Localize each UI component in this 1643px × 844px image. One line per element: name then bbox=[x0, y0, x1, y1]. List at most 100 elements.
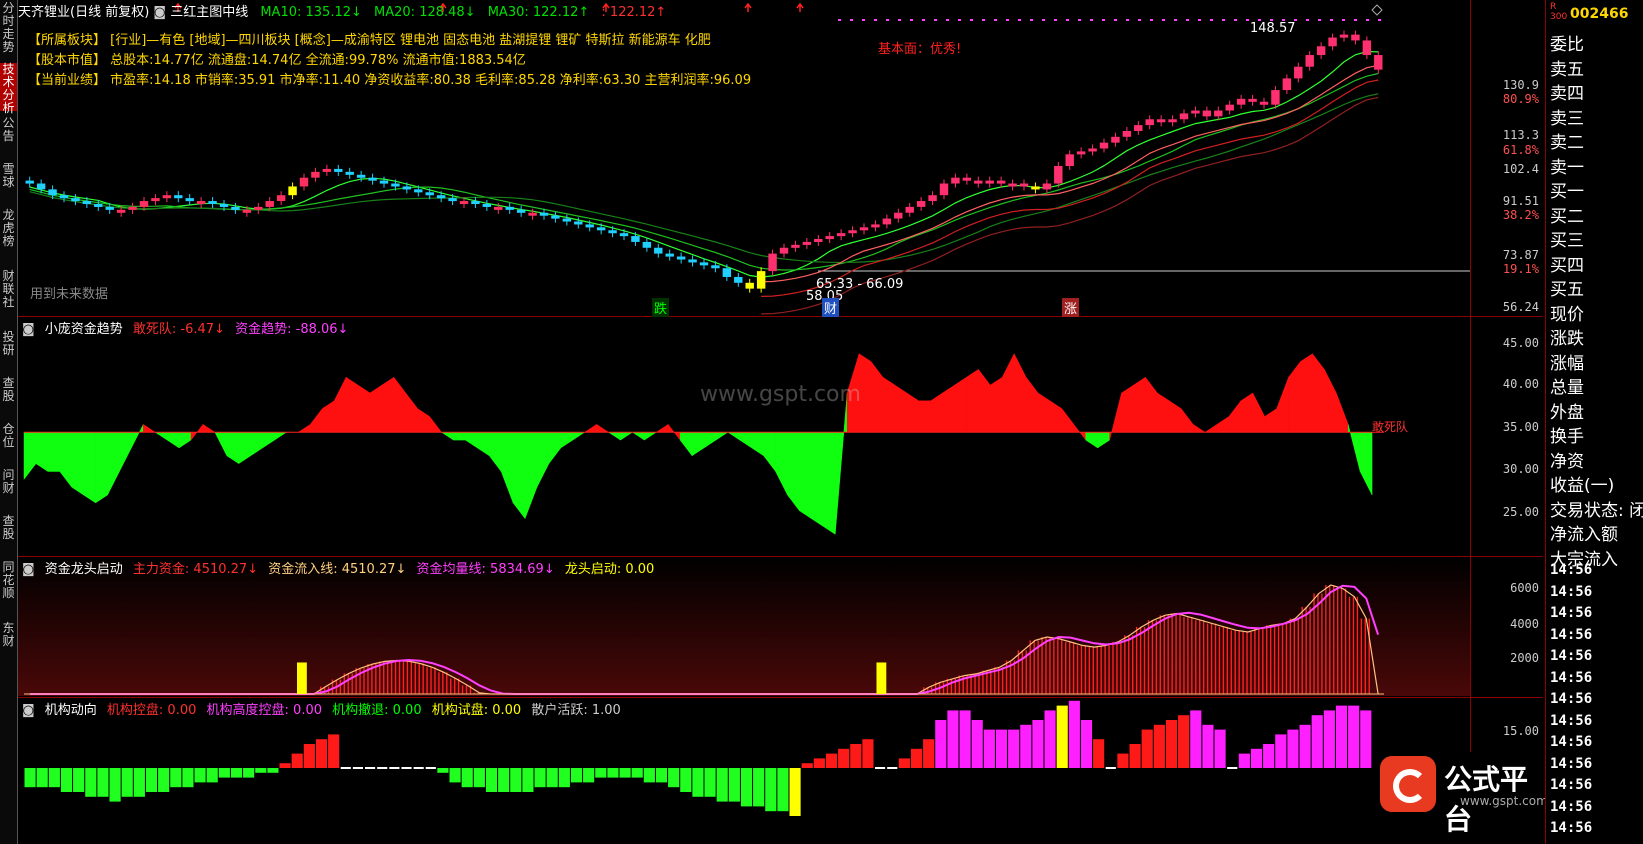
trend-area bbox=[47, 431, 61, 472]
info-capital: 【股本市值】 总股本:14.77亿 流通盘:14.74亿 全流通:99.78% … bbox=[28, 53, 526, 68]
quote-field-5[interactable]: 卖一 bbox=[1550, 153, 1584, 178]
quote-field-20[interactable]: 净流入额 bbox=[1550, 520, 1618, 545]
main-chart-header: 天齐锂业(日线 前复权) ◙ 三红主图中线 MA10: 135.12↓ MA20… bbox=[18, 1, 666, 20]
trend-area bbox=[775, 431, 788, 496]
quote-field-0[interactable]: 委比 bbox=[1550, 30, 1584, 55]
r-badge: R 300 bbox=[1550, 2, 1568, 22]
dropdown-icon[interactable]: ◙ bbox=[22, 322, 35, 337]
trade-time: 14:56 bbox=[1550, 755, 1593, 772]
quote-field-1[interactable]: 卖五 bbox=[1550, 55, 1584, 80]
candle-body bbox=[585, 224, 594, 228]
candle-body bbox=[1214, 110, 1223, 117]
trend-area bbox=[572, 431, 586, 441]
inst-bar bbox=[303, 744, 315, 768]
quote-field-6[interactable]: 买一 bbox=[1550, 177, 1584, 202]
panel4-c: 机构撤退: 0.00 bbox=[332, 703, 422, 718]
logo-icon bbox=[1380, 756, 1436, 812]
quote-field-13[interactable]: 涨幅 bbox=[1550, 349, 1584, 374]
inst-bar bbox=[279, 763, 291, 768]
quote-field-7[interactable]: 买二 bbox=[1550, 202, 1584, 227]
candle-body bbox=[334, 168, 343, 172]
candle-body bbox=[1191, 110, 1200, 114]
quote-field-17[interactable]: 净资 bbox=[1550, 447, 1584, 472]
candle-body bbox=[814, 239, 823, 242]
quote-field-12[interactable]: 涨跌 bbox=[1550, 324, 1584, 349]
trend-area bbox=[918, 400, 931, 433]
quote-field-8[interactable]: 买三 bbox=[1550, 226, 1584, 251]
left-tab-5[interactable]: 财联社 bbox=[0, 270, 17, 325]
left-tab-3[interactable]: 雪球 bbox=[0, 163, 17, 203]
indicator-name[interactable]: 三红主图中线 bbox=[170, 5, 248, 20]
panel4-a: 机构控盘: 0.00 bbox=[106, 703, 197, 718]
inst-bar bbox=[643, 768, 655, 783]
logo-g-icon bbox=[1393, 769, 1427, 803]
inst-bar bbox=[1178, 715, 1190, 768]
candle-body bbox=[688, 259, 697, 263]
quote-field-10[interactable]: 买五 bbox=[1550, 275, 1584, 300]
arrow-up-icon bbox=[744, 2, 752, 12]
trend-area bbox=[274, 431, 288, 441]
panel3-bg bbox=[18, 557, 1470, 696]
quote-field-11[interactable]: 现价 bbox=[1550, 300, 1584, 325]
stock-title[interactable]: 天齐锂业(日线 前复权) bbox=[18, 5, 149, 20]
quote-field-4[interactable]: 卖二 bbox=[1550, 128, 1584, 153]
inst-bar bbox=[291, 753, 303, 768]
left-tab-4[interactable]: 龙虎榜 bbox=[0, 209, 17, 264]
inst-bar bbox=[959, 710, 971, 768]
quote-field-18[interactable]: 收益(一) bbox=[1550, 471, 1614, 496]
dropdown-icon[interactable]: ◙ bbox=[22, 562, 35, 577]
candle-body bbox=[36, 183, 46, 190]
trade-time: 14:56 bbox=[1550, 777, 1593, 793]
inst-bar-zero bbox=[401, 767, 412, 769]
quote-field-9[interactable]: 买四 bbox=[1550, 251, 1584, 276]
candle-body bbox=[916, 201, 926, 207]
left-tab-11[interactable]: 同花顺 bbox=[0, 561, 17, 616]
trend-area bbox=[262, 431, 275, 449]
panel3-title[interactable]: 资金龙头启动 bbox=[45, 562, 123, 577]
inst-bar bbox=[461, 768, 473, 788]
quote-field-19[interactable]: 交易状态: 闭 bbox=[1550, 496, 1643, 521]
left-tab-12[interactable]: 东财 bbox=[0, 622, 17, 662]
inst-bar bbox=[1323, 710, 1335, 768]
left-tab-10[interactable]: 查股 bbox=[0, 515, 17, 555]
inst-bar bbox=[1044, 710, 1056, 768]
trend-area bbox=[834, 392, 848, 535]
inst-bar bbox=[60, 768, 73, 792]
trade-time: 14:56 bbox=[1550, 605, 1593, 621]
dropdown-icon[interactable]: ◙ bbox=[153, 5, 166, 20]
candle-body bbox=[1362, 40, 1372, 56]
trend-area bbox=[906, 392, 919, 433]
trend-area bbox=[238, 431, 251, 465]
inst-bar bbox=[1360, 710, 1372, 768]
inst-bar bbox=[145, 768, 158, 792]
trend-area bbox=[1359, 431, 1373, 496]
quote-field-16[interactable]: 换手 bbox=[1550, 422, 1584, 447]
quote-field-2[interactable]: 卖四 bbox=[1550, 79, 1584, 104]
dragon-start-bar bbox=[876, 662, 887, 694]
left-tab-1[interactable]: 技术分析 bbox=[0, 63, 17, 115]
left-tab-0[interactable]: 分时走势 bbox=[0, 2, 17, 57]
left-tab-7[interactable]: 查股 bbox=[0, 377, 17, 417]
quote-field-3[interactable]: 卖三 bbox=[1550, 104, 1584, 129]
panel4-title[interactable]: 机构动向 bbox=[45, 703, 97, 718]
candle-body bbox=[311, 171, 320, 178]
trend-area bbox=[1216, 416, 1230, 433]
left-tab-2[interactable]: 公告 bbox=[0, 117, 17, 157]
trend-area bbox=[357, 384, 371, 433]
inst-bar bbox=[449, 768, 461, 783]
panel2-side-label: 敢死队 bbox=[1372, 420, 1409, 434]
quote-field-15[interactable]: 外盘 bbox=[1550, 398, 1584, 423]
trend-area bbox=[310, 407, 323, 433]
inst-bar bbox=[862, 739, 874, 768]
candle-body bbox=[642, 241, 652, 248]
left-tab-8[interactable]: 仓位 bbox=[0, 423, 17, 463]
logo-url: www.gspt.com bbox=[1460, 794, 1548, 808]
panel2-title[interactable]: 小庞资金趋势 bbox=[45, 322, 123, 337]
candle-body bbox=[1294, 66, 1303, 79]
left-tab-6[interactable]: 投研 bbox=[0, 331, 17, 371]
dropdown-icon[interactable]: ◙ bbox=[22, 703, 35, 718]
left-tab-9[interactable]: 问财 bbox=[0, 469, 17, 509]
quote-field-14[interactable]: 总量 bbox=[1550, 373, 1584, 398]
candle-body bbox=[1065, 154, 1074, 166]
candle-body bbox=[939, 183, 949, 196]
